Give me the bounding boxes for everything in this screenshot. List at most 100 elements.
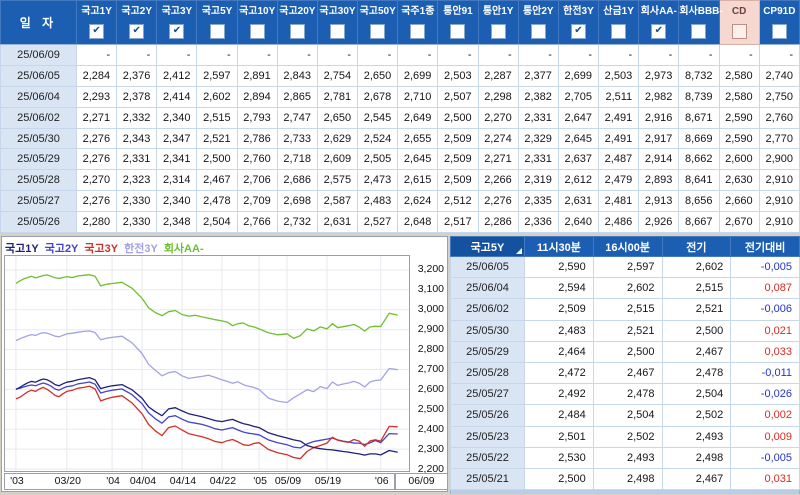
column-header[interactable]: 통안91 [437,0,479,45]
column-header[interactable]: 전기 [661,236,732,257]
value-cell: 2,629 [316,127,359,150]
table-row[interactable]: 25/05/30 2,276 2,343 2,347 2,521 2,786 2,733 2,… [0,127,800,150]
column-header[interactable]: 국고1Y ✔ [75,0,118,45]
column-checkbox-checked[interactable]: ✔ [570,24,586,39]
value-cell: 2,718 [276,148,318,171]
value-cell: - [236,44,278,66]
table-row[interactable]: 25/05/30 2,483 2,521 2,500 0,021 [450,319,800,342]
column-header[interactable]: 국고5Y [196,0,238,45]
column-checkbox[interactable] [450,24,466,39]
value-cell: 2,473 [357,169,399,192]
y-axis-label: 2,800 [417,343,444,356]
column-header[interactable]: 회사BBB- [678,0,723,45]
table-row[interactable]: 25/05/27 2,492 2,478 2,504 -0,026 [450,383,800,406]
column-header[interactable]: 통안1Y [477,0,519,45]
column-checkbox[interactable] [410,24,426,39]
value-cell: 2,760 [758,106,800,129]
column-header[interactable]: CD [718,0,760,45]
column-header[interactable]: 국고20Y [276,0,318,45]
value-cell: - [116,44,158,66]
date-column-header[interactable]: 일 자 [0,0,77,45]
table-row[interactable]: 25/05/29 2,464 2,500 2,467 0,033 [450,340,800,363]
value-cell: 2,655 [397,127,439,150]
gukgo5y-intraday-table: 국고5Y 11시30분 16시00분 전기 전기대비 25/06/05 2,590 2,59… [450,236,800,491]
value-cell: 2,843 [276,64,318,87]
table-row[interactable]: 25/05/21 2,500 2,498 2,467 0,031 [450,467,800,491]
value-cell: 2,649 [397,106,439,129]
column-checkbox[interactable] [209,24,225,39]
column-checkbox-checked[interactable]: ✔ [129,24,145,39]
value-cell: - [477,44,519,66]
value-cell: 2,647 [557,106,600,129]
column-header[interactable]: 국고30Y [316,0,359,45]
date-cell: 25/05/21 [450,467,525,491]
table-row[interactable]: 25/06/05 2,590 2,597 2,602 -0,005 [450,255,800,279]
table-row[interactable]: 25/05/26 2,484 2,504 2,502 0,002 [450,404,800,427]
value-cell: 2,740 [758,64,800,87]
column-checkbox[interactable] [731,24,747,39]
column-header[interactable]: 국고2Y ✔ [116,0,158,45]
column-header[interactable]: 한전3Y ✔ [557,0,600,45]
table-row[interactable]: 25/06/09- - - - - - - - - - - - - - - - - - [0,44,800,66]
sort-column-header[interactable]: 국고5Y [450,236,525,257]
column-header[interactable]: 국고3Y ✔ [156,0,198,45]
table-row[interactable]: 25/05/26 2,280 2,330 2,348 2,504 2,766 2,732 2,… [0,211,800,234]
table-row[interactable]: 25/06/02 2,509 2,515 2,521 -0,006 [450,298,800,321]
table-row[interactable]: 25/06/05 2,284 2,376 2,412 2,597 2,891 2,843 2,… [0,64,800,87]
y-axis-label: 2,400 [417,422,444,435]
value-cell: 2,747 [276,106,318,129]
table-row[interactable]: 25/05/27 2,276 2,330 2,340 2,478 2,709 2,698 2,… [0,190,800,213]
column-header[interactable]: 통안2Y [517,0,559,45]
column-checkbox[interactable] [330,24,346,39]
column-label: 국고1Y [81,6,112,17]
series-line [15,385,398,460]
value-cell: 2,678 [357,85,399,108]
column-label: 국고30Y [319,6,356,17]
date-cell: 25/05/26 [450,404,525,427]
table-row[interactable]: 25/06/04 2,293 2,378 2,414 2,602 2,894 2,865 2,… [0,85,800,108]
column-header[interactable]: 16시00분 [592,236,663,257]
column-checkbox[interactable] [370,24,386,39]
column-checkbox[interactable] [289,24,305,39]
value-cell: 2,865 [276,85,318,108]
column-checkbox[interactable] [530,24,546,39]
column-checkbox-checked[interactable]: ✔ [89,24,105,39]
table-row[interactable]: 25/06/04 2,594 2,602 2,515 0,087 [450,277,800,300]
table-row[interactable]: 25/05/28 2,270 2,323 2,314 2,467 2,706 2,686 2,… [0,169,800,192]
value-cell: - [718,44,760,66]
column-header[interactable]: 국주1종 [397,0,439,45]
column-header[interactable]: 전기대비 [730,236,800,257]
table-row[interactable]: 25/05/28 2,472 2,467 2,478 -0,011 [450,361,800,385]
column-header[interactable]: 산금1Y [598,0,640,45]
date-cell: 25/05/23 [450,425,525,448]
y-axis-label: 3,100 [417,283,444,296]
table-row[interactable]: 25/05/29 2,276 2,331 2,341 2,500 2,760 2,718 2,… [0,148,800,171]
column-checkbox-checked[interactable]: ✔ [651,24,667,39]
column-checkbox[interactable] [611,24,627,39]
value-cell: 2,319 [517,169,559,192]
column-checkbox[interactable] [249,24,265,39]
column-header[interactable]: 11시30분 [524,236,594,257]
value-cell: 2,500 [592,340,663,363]
y-axis-label: 2,900 [417,323,444,336]
table-row[interactable]: 25/05/23 2,501 2,502 2,493 0,009 [450,425,800,448]
column-header[interactable]: 회사AA- ✔ [638,0,680,45]
column-header[interactable]: 국고10Y [236,0,278,45]
column-header[interactable]: CP91D [758,0,800,45]
column-checkbox-checked[interactable]: ✔ [169,24,185,39]
value-cell: 8,667 [678,211,720,234]
column-checkbox[interactable] [490,24,506,39]
y-axis-label: 2,600 [417,382,444,395]
column-header[interactable]: 국고50Y [357,0,399,45]
value-cell: 2,600 [718,148,760,171]
x-axis-label: 04/04 [129,475,157,487]
value-cell: 2,280 [75,211,118,234]
table-row[interactable]: 25/06/02 2,271 2,332 2,340 2,515 2,793 2,747 2,… [0,106,800,129]
value-cell: 2,648 [397,211,439,234]
column-checkbox[interactable] [691,24,707,39]
column-checkbox[interactable] [771,24,787,39]
column-label: 국고10Y [239,6,276,17]
table-row[interactable]: 25/05/22 2,530 2,493 2,498 -0,005 [450,446,800,469]
x-axis-label: 05/09 [274,475,302,487]
column-label: CD [731,6,747,17]
